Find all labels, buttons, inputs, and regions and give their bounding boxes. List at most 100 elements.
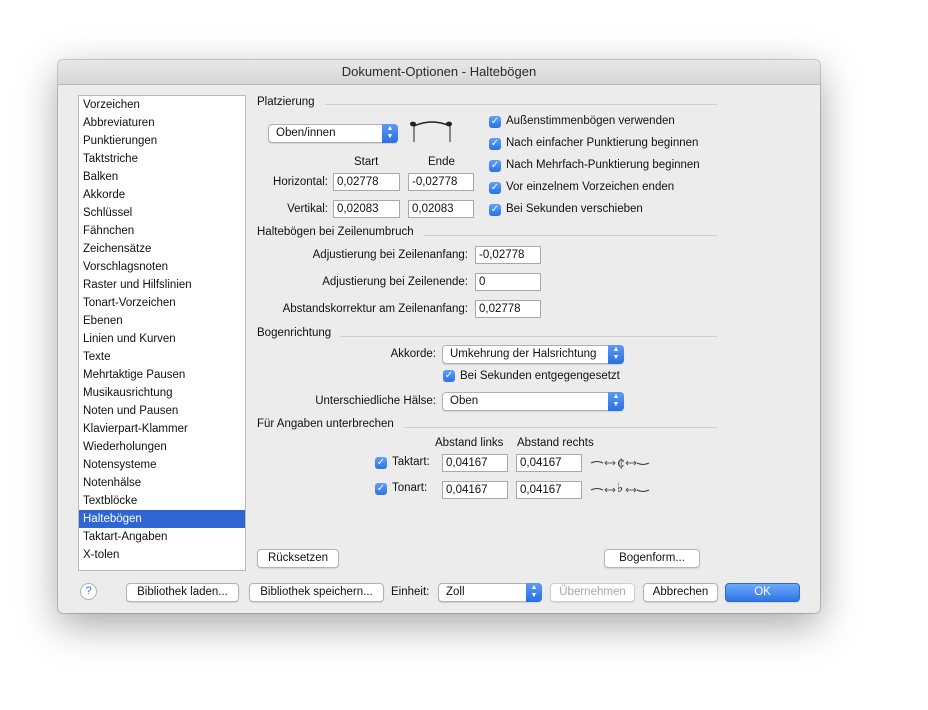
reset-button[interactable]: Rücksetzen	[257, 549, 339, 568]
chevron-updown-icon: ▲ ▼	[608, 345, 624, 364]
sidebar-item[interactable]: Akkorde	[79, 186, 245, 204]
placement-option-label: Nach einfacher Punktierung beginnen	[506, 137, 699, 149]
seconds-opposite-label: Bei Sekunden entgegengesetzt	[460, 370, 620, 382]
sidebar-item[interactable]: Noten und Pausen	[79, 402, 245, 420]
chevron-updown-icon: ▲ ▼	[526, 583, 542, 602]
help-button[interactable]: ?	[80, 583, 97, 600]
chords-direction-value: Umkehrung der Halsrichtung	[450, 348, 597, 360]
sidebar-item[interactable]: Textblöcke	[79, 492, 245, 510]
svg-text:₵: ₵	[617, 456, 625, 470]
svg-text:♭: ♭	[617, 481, 623, 496]
sidebar-item[interactable]: Tonart-Vorzeichen	[79, 294, 245, 312]
line-start-adjust-label: Adjustierung bei Zeilenanfang:	[312, 249, 468, 261]
vertical-label: Vertikal:	[287, 203, 328, 215]
chevron-updown-icon: ▲ ▼	[608, 392, 624, 411]
key-signature-label: Tonart:	[392, 482, 428, 494]
sidebar-item[interactable]: Fähnchen	[79, 222, 245, 240]
time-left-distance-field[interactable]: 0,04167	[442, 454, 508, 472]
placement-option-label: Nach Mehrfach-Punktierung beginnen	[506, 159, 700, 171]
placement-option-checkbox[interactable]: ✓	[489, 204, 501, 216]
unit-label: Einheit:	[391, 586, 430, 598]
time-signature-checkbox[interactable]: ✓	[375, 457, 387, 469]
sidebar-item[interactable]: Ebenen	[79, 312, 245, 330]
placement-option-label: Außenstimmenbögen verwenden	[506, 115, 675, 127]
seconds-opposite-checkbox[interactable]: ✓	[443, 370, 455, 382]
chords-label: Akkorde:	[390, 348, 436, 360]
placement-popup-value: Oben/innen	[276, 127, 336, 139]
different-stems-value: Oben	[450, 395, 479, 407]
column-end-label: Ende	[428, 156, 455, 168]
column-right-distance-label: Abstand rechts	[517, 437, 594, 449]
section-title-interrupt: Für Angaben unterbrechen	[257, 418, 394, 430]
line-gap-correction-field[interactable]: 0,02778	[475, 300, 541, 318]
line-start-adjust-field[interactable]: -0,02778	[475, 246, 541, 264]
sidebar-item[interactable]: Taktstriche	[79, 150, 245, 168]
placement-option-checkbox[interactable]: ✓	[489, 138, 501, 150]
placement-option-label: Vor einzelnem Vorzeichen enden	[506, 181, 675, 193]
vertical-start-field[interactable]: 0,02083	[333, 200, 400, 218]
line-end-adjust-field[interactable]: 0	[475, 273, 541, 291]
placement-popup[interactable]: Oben/innen ▲ ▼	[268, 124, 398, 143]
sidebar-item[interactable]: Musikausrichtung	[79, 384, 245, 402]
placement-option-checkbox[interactable]: ✓	[489, 160, 501, 172]
separator	[424, 235, 717, 236]
sidebar-item[interactable]: Raster und Hilfslinien	[79, 276, 245, 294]
time-signature-label: Taktart:	[392, 456, 430, 468]
horizontal-end-field[interactable]: -0,02778	[408, 173, 474, 191]
placement-option-checkbox[interactable]: ✓	[489, 182, 501, 194]
window-title: Dokument-Optionen - Haltebögen	[58, 60, 820, 85]
line-gap-correction-label: Abstandskorrektur am Zeilenanfang:	[282, 303, 468, 315]
tie-shape-button[interactable]: Bogenform...	[604, 549, 700, 568]
dialog-window: Dokument-Optionen - Haltebögen Vorzeiche…	[58, 60, 820, 613]
unit-popup[interactable]: Zoll ▲ ▼	[438, 583, 542, 602]
key-signature-checkbox[interactable]: ✓	[375, 483, 387, 495]
column-left-distance-label: Abstand links	[435, 437, 504, 449]
sidebar-item[interactable]: Texte	[79, 348, 245, 366]
sidebar-item[interactable]: Haltebögen	[79, 510, 245, 528]
placement-option-label: Bei Sekunden verschieben	[506, 203, 643, 215]
time-signature-tie-icon: ₵	[590, 456, 650, 470]
sidebar-item[interactable]: Notenhälse	[79, 474, 245, 492]
load-library-button[interactable]: Bibliothek laden...	[126, 583, 239, 602]
separator	[325, 104, 717, 105]
save-library-button[interactable]: Bibliothek speichern...	[249, 583, 384, 602]
sidebar-item[interactable]: Punktierungen	[79, 132, 245, 150]
separator	[340, 336, 717, 337]
different-stems-popup[interactable]: Oben ▲ ▼	[442, 392, 624, 411]
sidebar-item[interactable]: Mehrtaktige Pausen	[79, 366, 245, 384]
ok-button[interactable]: OK	[725, 583, 800, 602]
sidebar-item[interactable]: Abbreviaturen	[79, 114, 245, 132]
cancel-button[interactable]: Abbrechen	[643, 583, 718, 602]
vertical-end-field[interactable]: 0,02083	[408, 200, 474, 218]
section-title-direction: Bogenrichtung	[257, 327, 332, 339]
sidebar-item[interactable]: Schlüssel	[79, 204, 245, 222]
sidebar-item[interactable]: Wiederholungen	[79, 438, 245, 456]
sidebar-item[interactable]: Balken	[79, 168, 245, 186]
sidebar-item[interactable]: Vorzeichen	[79, 96, 245, 114]
section-title-linebreak: Haltebögen bei Zeilenumbruch	[257, 226, 414, 238]
sidebar-item[interactable]: Taktart-Angaben	[79, 528, 245, 546]
category-list[interactable]: Vorzeichen Abbreviaturen Punktierungen Takt…	[78, 95, 246, 571]
line-end-adjust-label: Adjustierung bei Zeilenende:	[322, 276, 468, 288]
apply-button[interactable]: Übernehmen	[550, 583, 635, 602]
section-title-placement: Platzierung	[257, 96, 315, 108]
separator	[404, 427, 717, 428]
sidebar-item[interactable]: Zeichensätze	[79, 240, 245, 258]
sidebar-item[interactable]: X-tolen	[79, 546, 245, 564]
time-right-distance-field[interactable]: 0,04167	[516, 454, 582, 472]
sidebar-item[interactable]: Klavierpart-Klammer	[79, 420, 245, 438]
horizontal-label: Horizontal:	[273, 176, 328, 188]
sidebar-item[interactable]: Linien und Kurven	[79, 330, 245, 348]
tie-preview-icon	[410, 121, 452, 142]
column-start-label: Start	[354, 156, 379, 168]
chords-direction-popup[interactable]: Umkehrung der Halsrichtung ▲ ▼	[442, 345, 624, 364]
chevron-updown-icon: ▲ ▼	[382, 124, 398, 143]
horizontal-start-field[interactable]: 0,02778	[333, 173, 400, 191]
unit-value: Zoll	[446, 586, 465, 598]
key-right-distance-field[interactable]: 0,04167	[516, 481, 582, 499]
placement-option-checkbox[interactable]: ✓	[489, 116, 501, 128]
sidebar-item[interactable]: Vorschlagsnoten	[79, 258, 245, 276]
sidebar-item[interactable]: Notensysteme	[79, 456, 245, 474]
key-left-distance-field[interactable]: 0,04167	[442, 481, 508, 499]
different-stems-label: Unterschiedliche Hälse:	[315, 395, 436, 407]
